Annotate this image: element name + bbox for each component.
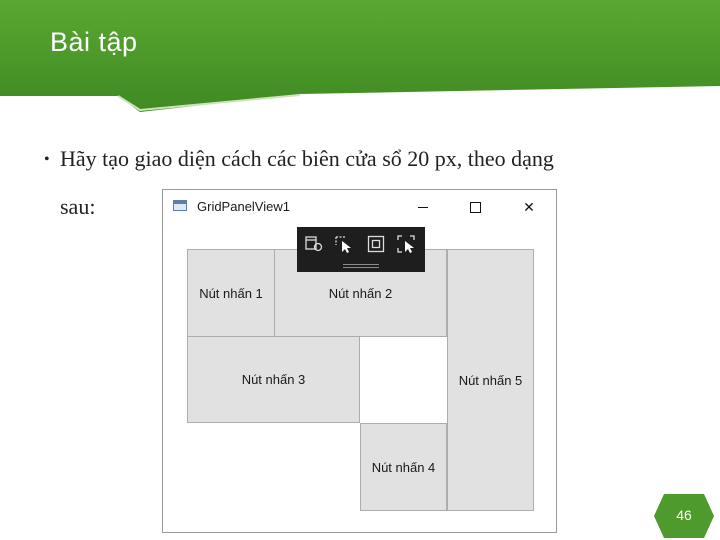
window-app-icon xyxy=(173,200,187,211)
window-title: GridPanelView1 xyxy=(197,199,290,214)
window-titlebar[interactable]: GridPanelView1 ✕ xyxy=(163,190,556,224)
bullet-text: • Hãy tạo giao diện cách các biên cửa sổ … xyxy=(44,146,554,172)
bullet-line-1: Hãy tạo giao diện cách các biên cửa sổ 2… xyxy=(60,146,554,171)
grid-panel-window: GridPanelView1 ✕ Nút nhấn 1 Nút nhấn 2 N… xyxy=(162,189,557,533)
maximize-button[interactable] xyxy=(455,194,495,220)
close-icon: ✕ xyxy=(523,198,535,215)
xaml-debug-toolbar xyxy=(297,227,425,272)
button-4[interactable]: Nút nhấn 4 xyxy=(360,423,447,511)
close-button[interactable]: ✕ xyxy=(509,194,549,220)
minimize-icon xyxy=(418,206,428,208)
button-5[interactable]: Nút nhấn 5 xyxy=(447,249,534,511)
track-focus-icon[interactable] xyxy=(397,235,415,253)
button-3[interactable]: Nút nhấn 3 xyxy=(187,336,360,423)
select-element-icon[interactable] xyxy=(335,235,353,253)
display-adorners-icon[interactable] xyxy=(367,235,385,253)
bullet-line-2: sau: xyxy=(60,194,96,219)
live-visual-tree-icon[interactable] xyxy=(305,235,323,253)
page-number: 46 xyxy=(676,507,692,523)
minimize-button[interactable] xyxy=(403,194,443,220)
slide-title: Bài tập xyxy=(50,27,138,57)
button-1[interactable]: Nút nhấn 1 xyxy=(187,249,275,337)
maximize-icon xyxy=(469,201,481,213)
page-number-badge: 46 xyxy=(654,494,714,538)
toolbar-grip[interactable] xyxy=(343,264,379,265)
bullet-dot-icon: • xyxy=(44,151,50,168)
